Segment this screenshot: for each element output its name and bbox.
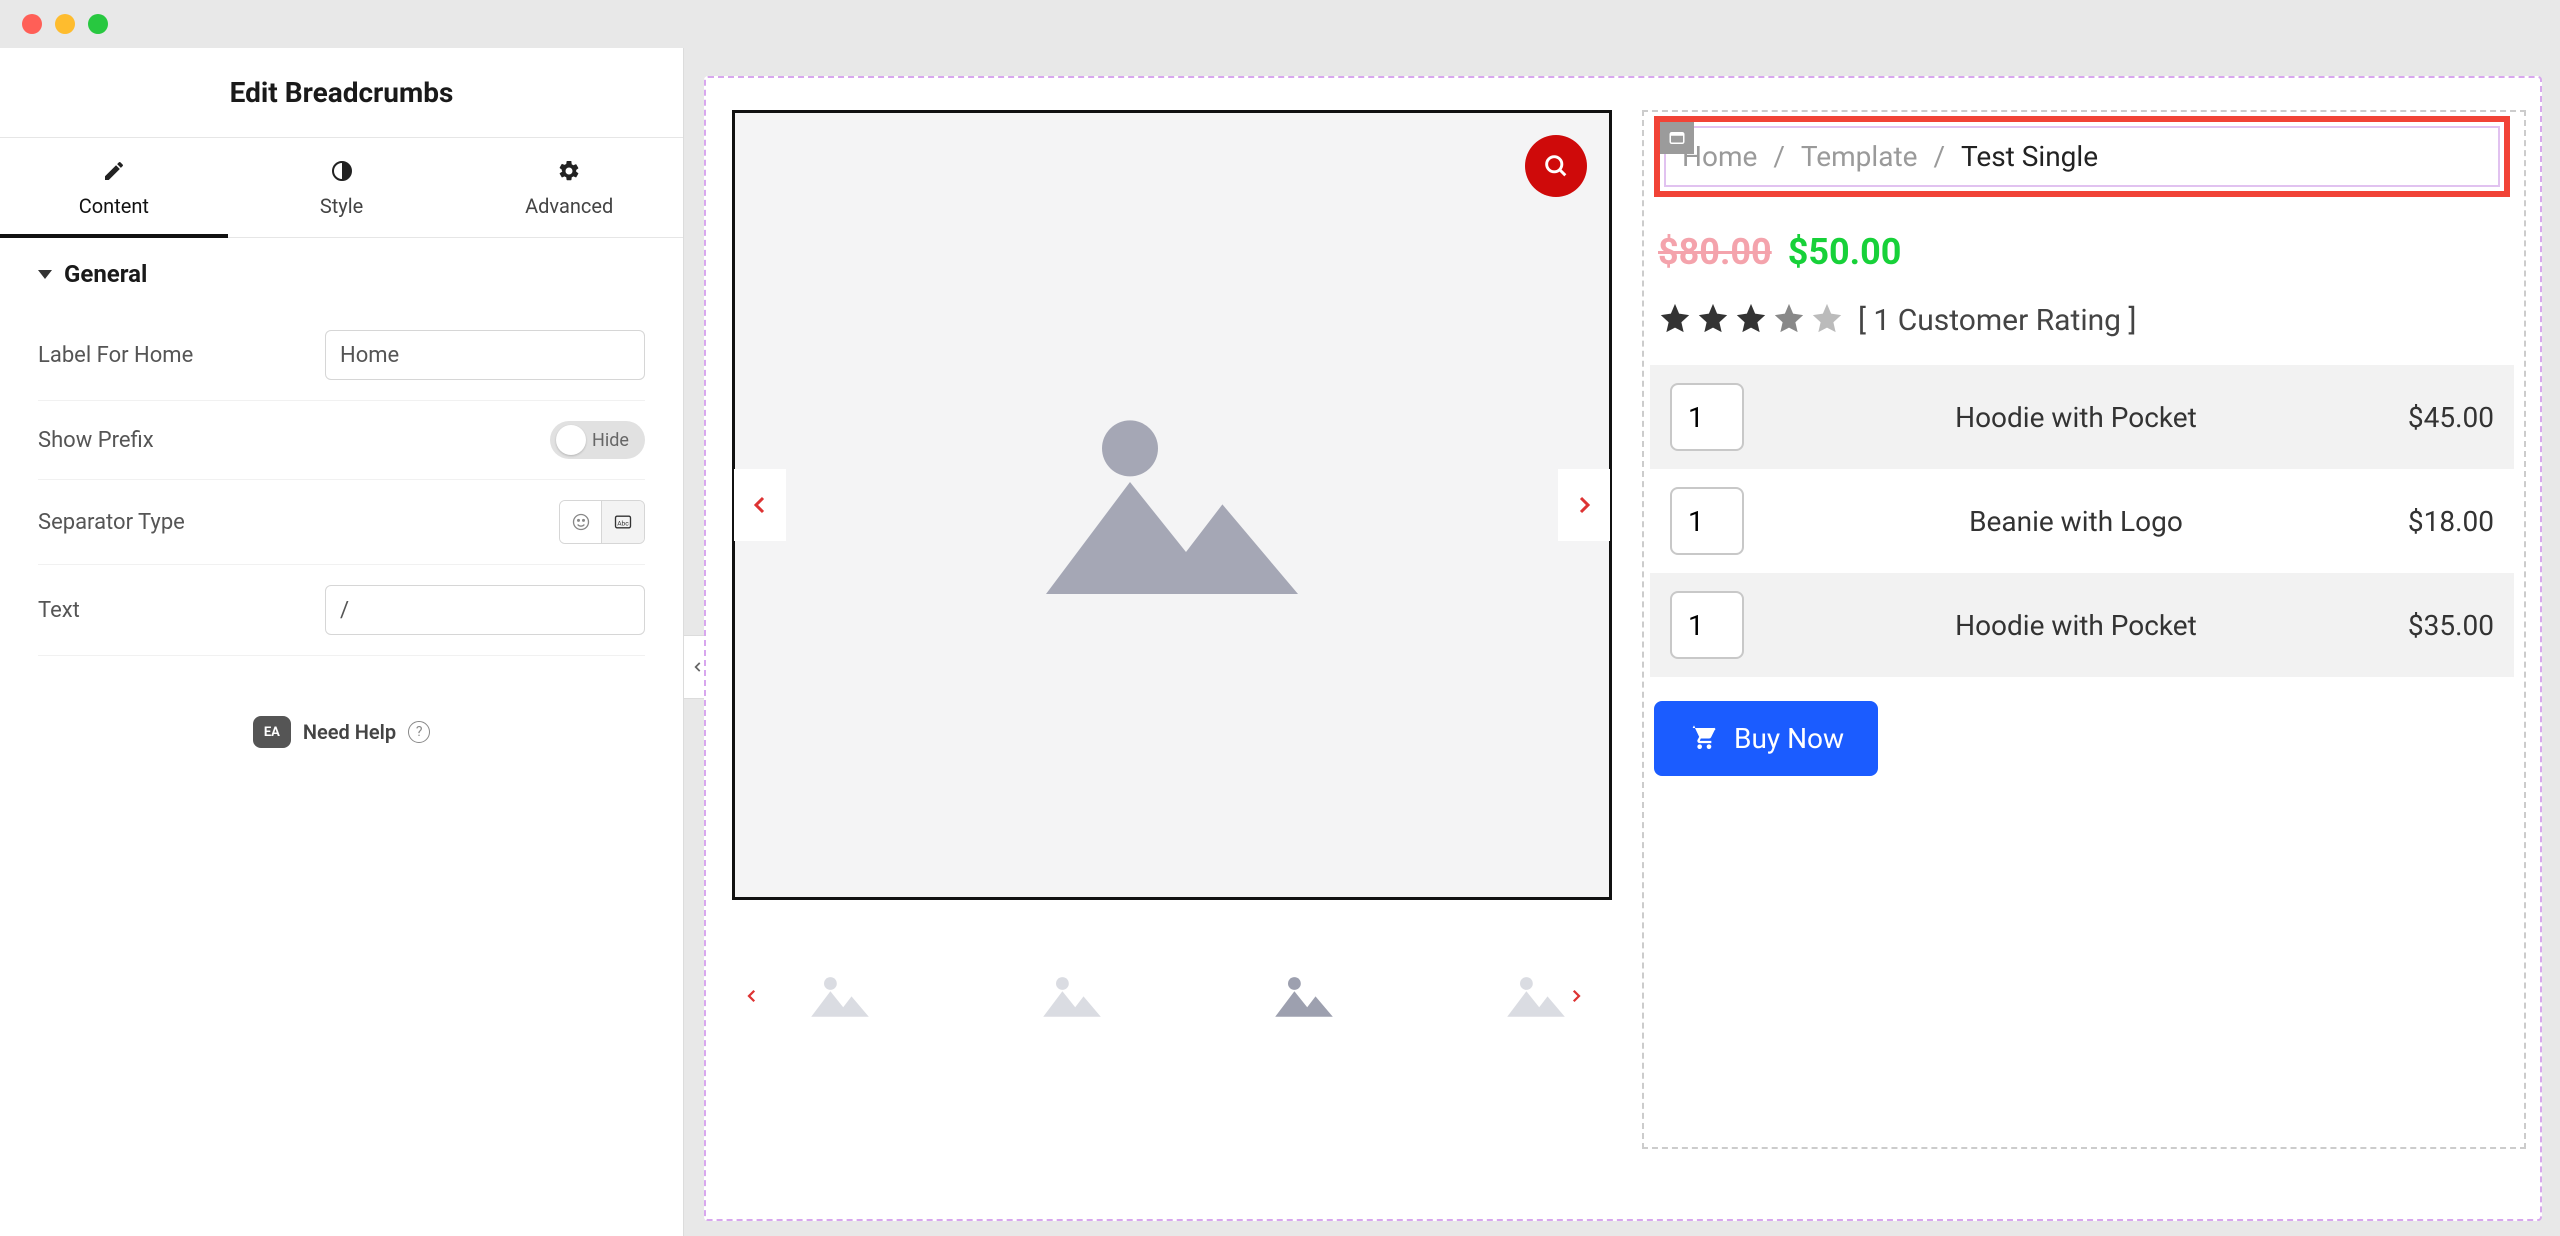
section-toggle[interactable]: General	[38, 238, 645, 310]
thumbnail[interactable]	[1270, 968, 1338, 1024]
window-chrome	[0, 0, 2560, 48]
quantity-input[interactable]	[1670, 487, 1744, 555]
image-placeholder-icon	[1032, 398, 1312, 612]
quantity-input[interactable]	[1670, 383, 1744, 451]
control-label-for-home: Label For Home	[38, 310, 645, 401]
product-main-image	[732, 110, 1612, 900]
bundle-row: Beanie with Logo $18.00	[1650, 469, 2514, 573]
star-icon	[1734, 301, 1768, 339]
buy-now-label: Buy Now	[1734, 722, 1844, 755]
bundle-name: Hoodie with Pocket	[1764, 401, 2388, 434]
price-row: $80.00 $50.00	[1650, 213, 2514, 283]
quantity-input[interactable]	[1670, 591, 1744, 659]
control-show-prefix: Show Prefix Hide	[38, 401, 645, 480]
need-help[interactable]: EA Need Help ?	[38, 716, 645, 748]
gear-icon	[556, 158, 582, 184]
help-icon: ?	[408, 721, 430, 743]
star-icon	[1772, 301, 1806, 339]
thumbnail[interactable]	[1038, 968, 1106, 1024]
separator-type-group: Abc	[559, 500, 645, 544]
ea-badge-icon: EA	[253, 716, 291, 748]
tab-content[interactable]: Content	[0, 138, 228, 237]
control-label: Label For Home	[38, 343, 193, 368]
star-icon	[1696, 301, 1730, 339]
gallery-prev-button[interactable]	[734, 469, 786, 541]
separator-text-input[interactable]	[325, 585, 645, 635]
thumbnail[interactable]	[806, 968, 874, 1024]
tab-label: Content	[79, 194, 149, 218]
need-help-text: Need Help	[303, 720, 396, 744]
tab-advanced[interactable]: Advanced	[455, 138, 683, 237]
bundle-row: Hoodie with Pocket $45.00	[1650, 365, 2514, 469]
breadcrumb-separator: /	[1773, 140, 1785, 173]
price-old: $80.00	[1658, 231, 1772, 273]
breadcrumb-link[interactable]: Template	[1801, 140, 1918, 173]
thumb-next-button[interactable]	[1558, 966, 1594, 1026]
caret-down-icon	[38, 270, 52, 279]
bundle-price: $35.00	[2408, 609, 2494, 642]
window-minimize-button[interactable]	[55, 14, 75, 34]
separator-type-emoji-button[interactable]	[560, 501, 602, 543]
sidebar-tabs: Content Style Advanced	[0, 138, 683, 238]
window-zoom-button[interactable]	[88, 14, 108, 34]
control-label: Separator Type	[38, 510, 185, 535]
rating-text: [ 1 Customer Rating ]	[1858, 303, 2136, 338]
thumbnail-strip	[732, 968, 1618, 1024]
star-icon	[1658, 301, 1692, 339]
breadcrumb-separator: /	[1933, 140, 1945, 173]
show-prefix-toggle[interactable]: Hide	[550, 421, 645, 459]
contrast-icon	[329, 158, 355, 184]
label-for-home-input[interactable]	[325, 330, 645, 380]
window-close-button[interactable]	[22, 14, 42, 34]
tab-style[interactable]: Style	[228, 138, 456, 237]
control-label: Show Prefix	[38, 428, 154, 453]
product-gallery	[708, 80, 1628, 1217]
bundle-price: $45.00	[2408, 401, 2494, 434]
breadcrumb-current: Test Single	[1961, 140, 2098, 173]
sidebar-title: Edit Breadcrumbs	[230, 76, 454, 109]
product-details: Home / Template / Test Single $80.00 $50…	[1642, 110, 2526, 1149]
section-title: General	[64, 260, 147, 288]
breadcrumb-widget[interactable]: Home / Template / Test Single	[1654, 116, 2510, 197]
control-text: Text	[38, 565, 645, 656]
control-separator-type: Separator Type Abc	[38, 480, 645, 565]
sidebar-header: Edit Breadcrumbs	[0, 48, 683, 138]
section-general: General Label For Home Show Prefix Hide …	[0, 238, 683, 748]
star-icon	[1810, 301, 1844, 339]
content-frame: Home / Template / Test Single $80.00 $50…	[704, 76, 2542, 1221]
price-new: $50.00	[1788, 231, 1902, 273]
rating-row: [ 1 Customer Rating ]	[1650, 283, 2514, 365]
toggle-text: Hide	[592, 430, 629, 451]
zoom-button[interactable]	[1525, 135, 1587, 197]
bundle-list: Hoodie with Pocket $45.00 Beanie with Lo…	[1650, 365, 2514, 677]
bundle-price: $18.00	[2408, 505, 2494, 538]
bundle-row: Hoodie with Pocket $35.00	[1650, 573, 2514, 677]
control-label: Text	[38, 598, 80, 623]
pencil-icon	[101, 158, 127, 184]
bundle-name: Beanie with Logo	[1764, 505, 2388, 538]
toggle-knob	[556, 425, 586, 455]
rating-stars	[1658, 301, 1844, 339]
svg-text:Abc: Abc	[617, 519, 629, 527]
gallery-next-button[interactable]	[1558, 469, 1610, 541]
tab-label: Advanced	[525, 194, 613, 218]
tab-label: Style	[320, 194, 363, 218]
breadcrumb: Home / Template / Test Single	[1664, 126, 2500, 187]
widget-badge-icon	[1660, 122, 1694, 154]
buy-now-button[interactable]: Buy Now	[1654, 701, 1878, 776]
thumb-prev-button[interactable]	[734, 966, 770, 1026]
separator-type-text-button[interactable]: Abc	[602, 501, 644, 543]
bundle-name: Hoodie with Pocket	[1764, 609, 2388, 642]
editor-canvas: + ×	[684, 48, 2560, 1236]
cart-icon	[1688, 721, 1716, 756]
editor-sidebar: Edit Breadcrumbs Content Style Advanced	[0, 48, 684, 1236]
